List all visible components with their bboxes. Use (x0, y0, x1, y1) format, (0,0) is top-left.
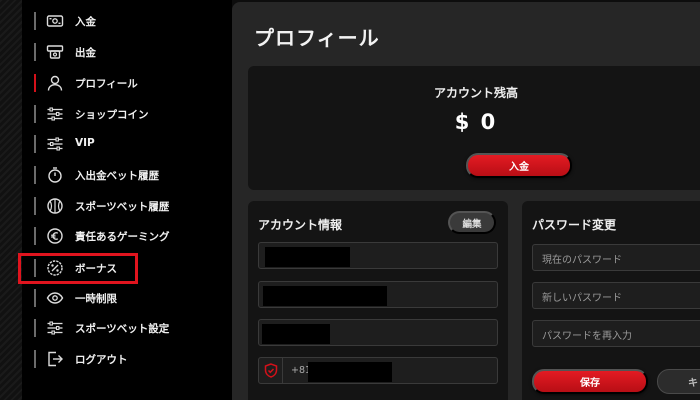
sidebar-item-label: 入出金ベット履歴 (75, 170, 159, 182)
sliders-icon (46, 319, 64, 337)
sidebar-item-label: ログアウト (75, 354, 128, 366)
deposit-button[interactable]: 入金 (466, 153, 572, 178)
sidebar-item-marker (34, 135, 36, 153)
bonus-highlight-box (18, 253, 138, 284)
cash-icon (46, 12, 64, 30)
sliders-icon (46, 135, 64, 153)
sidebar-item-responsible-gaming[interactable]: 責任あるゲーミング (34, 221, 224, 251)
sidebar-item-marker (34, 43, 36, 61)
save-button[interactable]: 保存 (532, 369, 648, 394)
sidebar-item-marker (34, 166, 36, 184)
current-password-input[interactable]: 現在のパスワード (532, 244, 700, 271)
balance-title: アカウント残高 (433, 86, 519, 100)
eye-icon (46, 289, 64, 307)
withdraw-icon (46, 43, 64, 61)
sidebar-item-deposit[interactable]: 入金 (34, 6, 224, 36)
sidebar-item-marker (34, 12, 36, 30)
password-change-card: パスワード変更 現在のパスワード 新しいパスワード パスワードを再入力 保存 キ (522, 201, 700, 400)
password-change-title: パスワード変更 (532, 218, 617, 232)
logout-icon (46, 350, 64, 368)
redacted-value (263, 286, 387, 306)
confirm-password-input[interactable]: パスワードを再入力 (532, 320, 700, 347)
sidebar-item-label: 入金 (75, 16, 96, 28)
edit-button[interactable]: 編集 (448, 211, 496, 234)
sidebar-item-label: プロフィール (75, 78, 138, 90)
account-field-username[interactable] (258, 319, 498, 346)
textured-edge (0, 0, 22, 400)
sidebar-item-marker (34, 350, 36, 368)
page-title: プロフィール (254, 26, 380, 50)
sidebar-item-sportsbet-settings[interactable]: スポーツベット設定 (34, 313, 224, 343)
sidebar-item-transaction-history[interactable]: 入出金ベット履歴 (34, 160, 224, 190)
sidebar-item-marker (34, 227, 36, 245)
basketball-icon (46, 197, 64, 215)
account-info-card: アカウント情報 編集 +81 (248, 201, 508, 400)
sidebar-item-profile[interactable]: プロフィール (34, 68, 224, 98)
sidebar-item-logout[interactable]: ログアウト (34, 344, 224, 374)
sidebar-item-marker (34, 289, 36, 307)
sliders-icon (46, 105, 64, 123)
sidebar-item-vip[interactable]: VIP (34, 129, 224, 159)
euro-coin-icon (46, 227, 64, 245)
shield-check-icon (259, 358, 283, 383)
sidebar-item-label: 責任あるゲーミング (75, 231, 170, 243)
sidebar-item-marker (34, 197, 36, 215)
sidebar-item-marker (34, 319, 36, 337)
sidebar-item-label: 出金 (75, 47, 96, 59)
sidebar-item-temporary-limit[interactable]: 一時制限 (34, 283, 224, 313)
sidebar-item-marker (34, 74, 36, 92)
sidebar-item-marker (34, 105, 36, 123)
sidebar-item-withdraw[interactable]: 出金 (34, 37, 224, 67)
account-info-title: アカウント情報 (258, 218, 343, 232)
account-field-name[interactable] (258, 242, 498, 269)
stopwatch-icon (46, 166, 64, 184)
sidebar-item-label: スポーツベット設定 (75, 323, 170, 335)
account-balance-card: アカウント残高 $ 0 入金 (248, 66, 700, 190)
sidebar-item-label: ショップコイン (75, 109, 149, 121)
sidebar-item-shop-coin[interactable]: ショップコイン (34, 99, 224, 129)
sidebar-item-label: VIP (75, 137, 95, 149)
sidebar-item-sportsbet-history[interactable]: スポーツベット履歴 (34, 191, 224, 221)
main-panel: プロフィール アカウント残高 $ 0 入金 アカウント情報 編集 +81 パスワ… (232, 2, 700, 400)
sidebar-item-label: 一時制限 (75, 293, 117, 305)
redacted-value (308, 362, 392, 382)
sidebar: 入金 出金 プロフィール ショップコイン VIP 入出金ベット履歴 スポーツベッ… (22, 0, 232, 400)
balance-amount: $ 0 (454, 110, 498, 134)
new-password-input[interactable]: 新しいパスワード (532, 282, 700, 309)
account-field-phone[interactable]: +81 (258, 357, 498, 384)
sidebar-item-label: スポーツベット履歴 (75, 201, 170, 213)
redacted-value (265, 247, 350, 267)
cancel-button[interactable]: キ (657, 369, 700, 394)
account-field-email[interactable] (258, 281, 498, 308)
user-icon (46, 74, 64, 92)
redacted-value (262, 324, 330, 344)
